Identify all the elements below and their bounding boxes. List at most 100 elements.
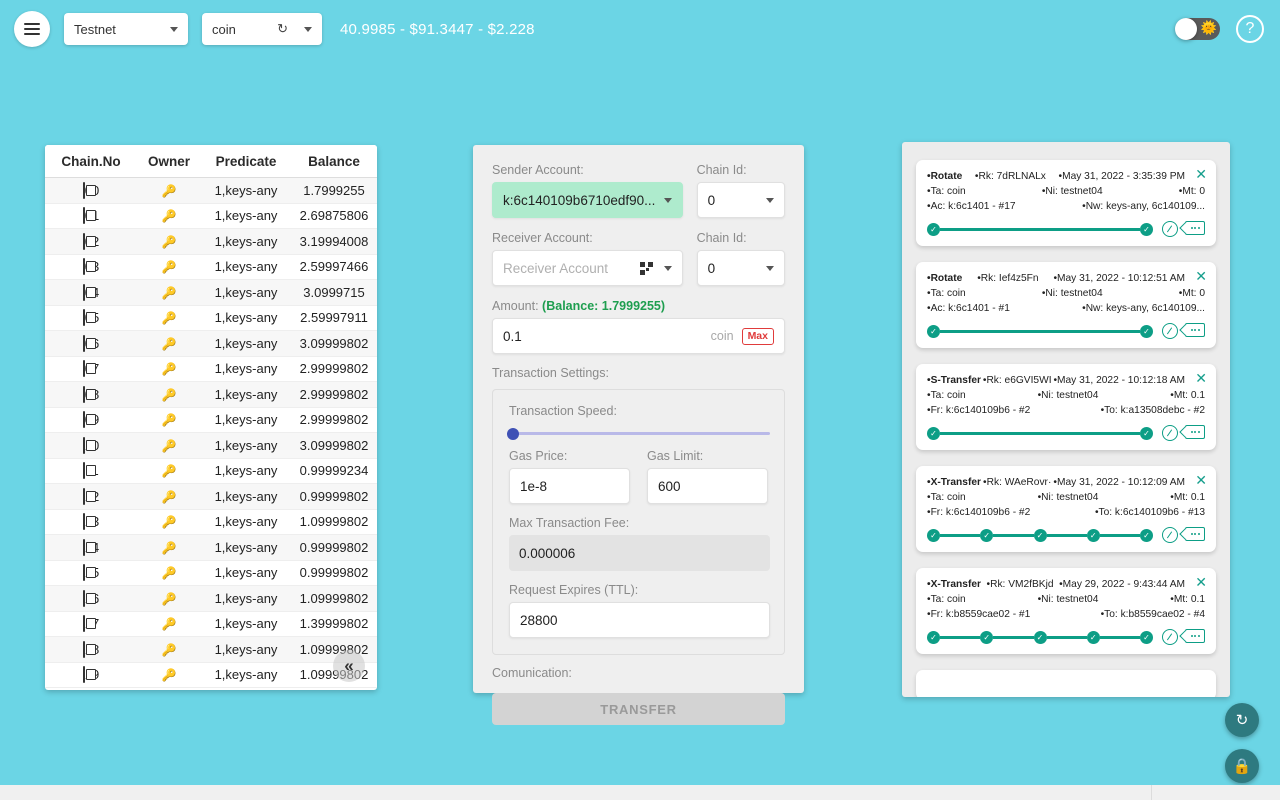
amount-input-wrap[interactable]: 0.1 coin Max: [492, 318, 785, 354]
details-tag-icon[interactable]: [1185, 527, 1205, 541]
slider-handle[interactable]: [507, 427, 519, 440]
refresh-icon[interactable]: ↻: [277, 21, 288, 37]
table-row[interactable]: 12 🔑 1,keys-any 0.99999802: [45, 483, 377, 510]
receiver-chain-select[interactable]: 0: [696, 250, 785, 286]
copy-icon[interactable]: [82, 309, 85, 327]
network-select[interactable]: Testnet: [64, 13, 188, 45]
table-row[interactable]: 02 🔑 1,keys-any 3.19994008: [45, 228, 377, 255]
copy-icon[interactable]: [82, 640, 85, 658]
copy-icon[interactable]: [82, 385, 85, 403]
transaction-card-partial[interactable]: [916, 670, 1216, 697]
gas-price-input[interactable]: 1e-8: [509, 468, 630, 504]
copy-icon[interactable]: [82, 411, 85, 429]
table-row[interactable]: 15 🔑 1,keys-any 0.99999802: [45, 560, 377, 586]
lock-button[interactable]: 🔒: [1225, 749, 1259, 783]
table-row[interactable]: 10 🔑 1,keys-any 3.09999802: [45, 432, 377, 459]
table-row[interactable]: 13 🔑 1,keys-any 1.09999802: [45, 509, 377, 535]
details-tag-icon[interactable]: [1185, 221, 1205, 235]
copy-icon[interactable]: [82, 334, 85, 352]
transaction-card[interactable]: ✕ Rotate Rk: Ief4z5Fn May 31, 2022 - 10:12:…: [916, 262, 1216, 348]
transaction-card[interactable]: ✕X-TransferRk: WAeRovr·May 31, 2022 - 10…: [916, 466, 1216, 552]
close-icon[interactable]: ✕: [1195, 473, 1207, 487]
max-amount-button[interactable]: Max: [741, 327, 774, 345]
details-tag-icon[interactable]: [1185, 323, 1205, 337]
chevron-down-icon: [766, 265, 774, 271]
explorer-compass-icon[interactable]: [1162, 629, 1178, 645]
table-row[interactable]: 19 🔑 1,keys-any 1.09999802: [45, 662, 377, 688]
chevron-down-icon: [304, 26, 312, 32]
chevron-down-icon: [170, 26, 178, 32]
explorer-compass-icon[interactable]: [1162, 527, 1178, 543]
explorer-compass-icon[interactable]: [1162, 221, 1178, 237]
transaction-token: Ta: coin: [927, 184, 966, 199]
transaction-row-primary: X-Transfer Rk: VM2fBKjd May 29, 2022 - 9:4…: [927, 577, 1205, 592]
progress-bar-segment: [940, 431, 1140, 435]
copy-icon[interactable]: [82, 232, 85, 250]
help-button[interactable]: ?: [1236, 15, 1264, 43]
table-row[interactable]: 14 🔑 1,keys-any 0.99999802: [45, 534, 377, 561]
progress-step-complete-icon: ✓: [1086, 528, 1100, 542]
close-icon[interactable]: ✕: [1195, 371, 1207, 385]
copy-icon[interactable]: [82, 615, 85, 633]
explorer-compass-icon[interactable]: [1162, 323, 1178, 339]
receiver-account-input-wrap[interactable]: Receiver Account: [492, 250, 683, 286]
copy-icon[interactable]: [82, 181, 85, 199]
close-icon[interactable]: ✕: [1195, 269, 1207, 283]
table-row[interactable]: 08 🔑 1,keys-any 2.99999802: [45, 381, 377, 408]
chevron-down-icon[interactable]: [663, 265, 672, 271]
close-icon[interactable]: ✕: [1195, 167, 1207, 181]
copy-icon[interactable]: [82, 487, 85, 505]
scrollbar-thumb[interactable]: [0, 785, 1152, 800]
copy-icon[interactable]: [82, 589, 85, 607]
cell-balance: 0.99999234: [291, 458, 377, 484]
table-row[interactable]: 07 🔑 1,keys-any 2.99999802: [45, 356, 377, 382]
copy-icon[interactable]: [82, 564, 85, 582]
copy-icon[interactable]: [82, 360, 85, 378]
copy-icon[interactable]: [82, 258, 85, 276]
table-row[interactable]: 18 🔑 1,keys-any 1.09999802: [45, 636, 377, 663]
copy-icon[interactable]: [82, 666, 85, 684]
copy-icon[interactable]: [83, 462, 86, 480]
copy-icon[interactable]: [82, 436, 85, 454]
token-select[interactable]: coin ↻: [202, 13, 322, 45]
table-row[interactable]: 00 🔑 1,keys-any 1.7999255: [45, 177, 377, 204]
transaction-card[interactable]: ✕ X-Transfer Rk: VM2fBKjd May 29, 2022 - 9:…: [916, 568, 1216, 654]
theme-toggle[interactable]: 🌞: [1175, 18, 1220, 40]
transaction-card[interactable]: ✕S-TransferRk: e6GVI5WIMay 31, 2022 - 10…: [916, 364, 1216, 450]
table-row[interactable]: 11 🔑 1,keys-any 0.99999234: [45, 458, 377, 484]
transfer-button[interactable]: TRANSFER: [492, 693, 785, 725]
table-row[interactable]: 05 🔑 1,keys-any 2.59997911: [45, 305, 377, 331]
transaction-amount: Mt: 0.1: [1170, 592, 1205, 607]
copy-icon[interactable]: [82, 513, 85, 531]
transaction-progress: ✓ ✓: [927, 221, 1205, 237]
table-row[interactable]: 06 🔑 1,keys-any 3.09999802: [45, 330, 377, 357]
cell-balance: 2.59997466: [291, 254, 377, 280]
copy-icon[interactable]: [82, 207, 85, 225]
qr-code-icon[interactable]: [639, 261, 653, 275]
copy-icon[interactable]: [82, 283, 85, 301]
explorer-compass-icon[interactable]: [1162, 425, 1178, 441]
sync-button[interactable]: ↻: [1225, 703, 1259, 737]
gas-limit-input[interactable]: 600: [647, 468, 768, 504]
sender-account-select[interactable]: k:6c140109b6710edf90...: [492, 182, 683, 218]
table-row[interactable]: 17 🔑 1,keys-any 1.39999802: [45, 611, 377, 637]
horizontal-scrollbar[interactable]: [0, 785, 1280, 800]
collapse-sidebar-button[interactable]: «: [333, 650, 365, 682]
table-row[interactable]: 01 🔑 1,keys-any 2.69875806: [45, 203, 377, 229]
hamburger-menu-icon[interactable]: [14, 11, 50, 47]
table-row[interactable]: 16 🔑 1,keys-any 1.09999802: [45, 585, 377, 612]
transaction-speed-slider[interactable]: [507, 427, 770, 440]
cell-predicate: 1,keys-any: [201, 560, 291, 586]
details-tag-icon[interactable]: [1185, 629, 1205, 643]
table-row[interactable]: 03 🔑 1,keys-any 2.59997466: [45, 254, 377, 280]
transactions-panel[interactable]: ✕ Rotate Rk: 7dRLNALx May 31, 2022 - 3:35:3…: [902, 142, 1230, 697]
details-tag-icon[interactable]: [1185, 425, 1205, 439]
sender-chain-select[interactable]: 0: [696, 182, 785, 218]
transaction-card[interactable]: ✕ Rotate Rk: 7dRLNALx May 31, 2022 - 3:35:3…: [916, 160, 1216, 246]
progress-step-complete-icon: ✓: [927, 222, 940, 236]
ttl-input[interactable]: 28800: [509, 602, 770, 638]
table-row[interactable]: 04 🔑 1,keys-any 3.0999715: [45, 279, 377, 306]
copy-icon[interactable]: [82, 538, 85, 556]
close-icon[interactable]: ✕: [1195, 575, 1207, 589]
table-row[interactable]: 09 🔑 1,keys-any 2.99999802: [45, 407, 377, 433]
